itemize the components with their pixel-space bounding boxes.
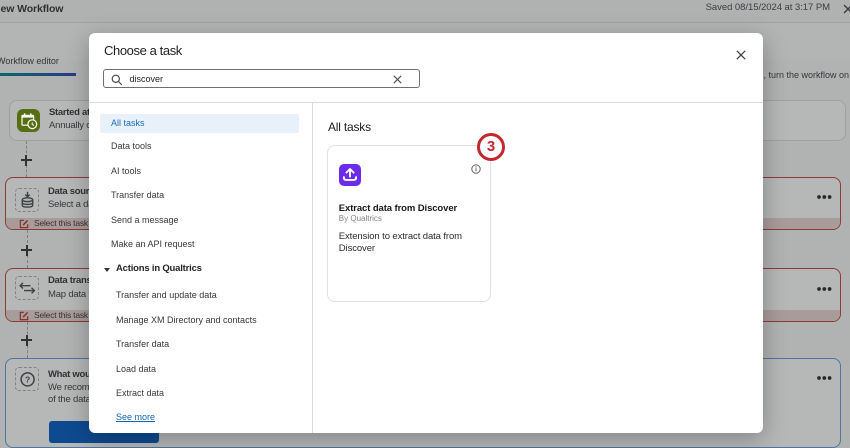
- svg-text:?: ?: [25, 374, 30, 384]
